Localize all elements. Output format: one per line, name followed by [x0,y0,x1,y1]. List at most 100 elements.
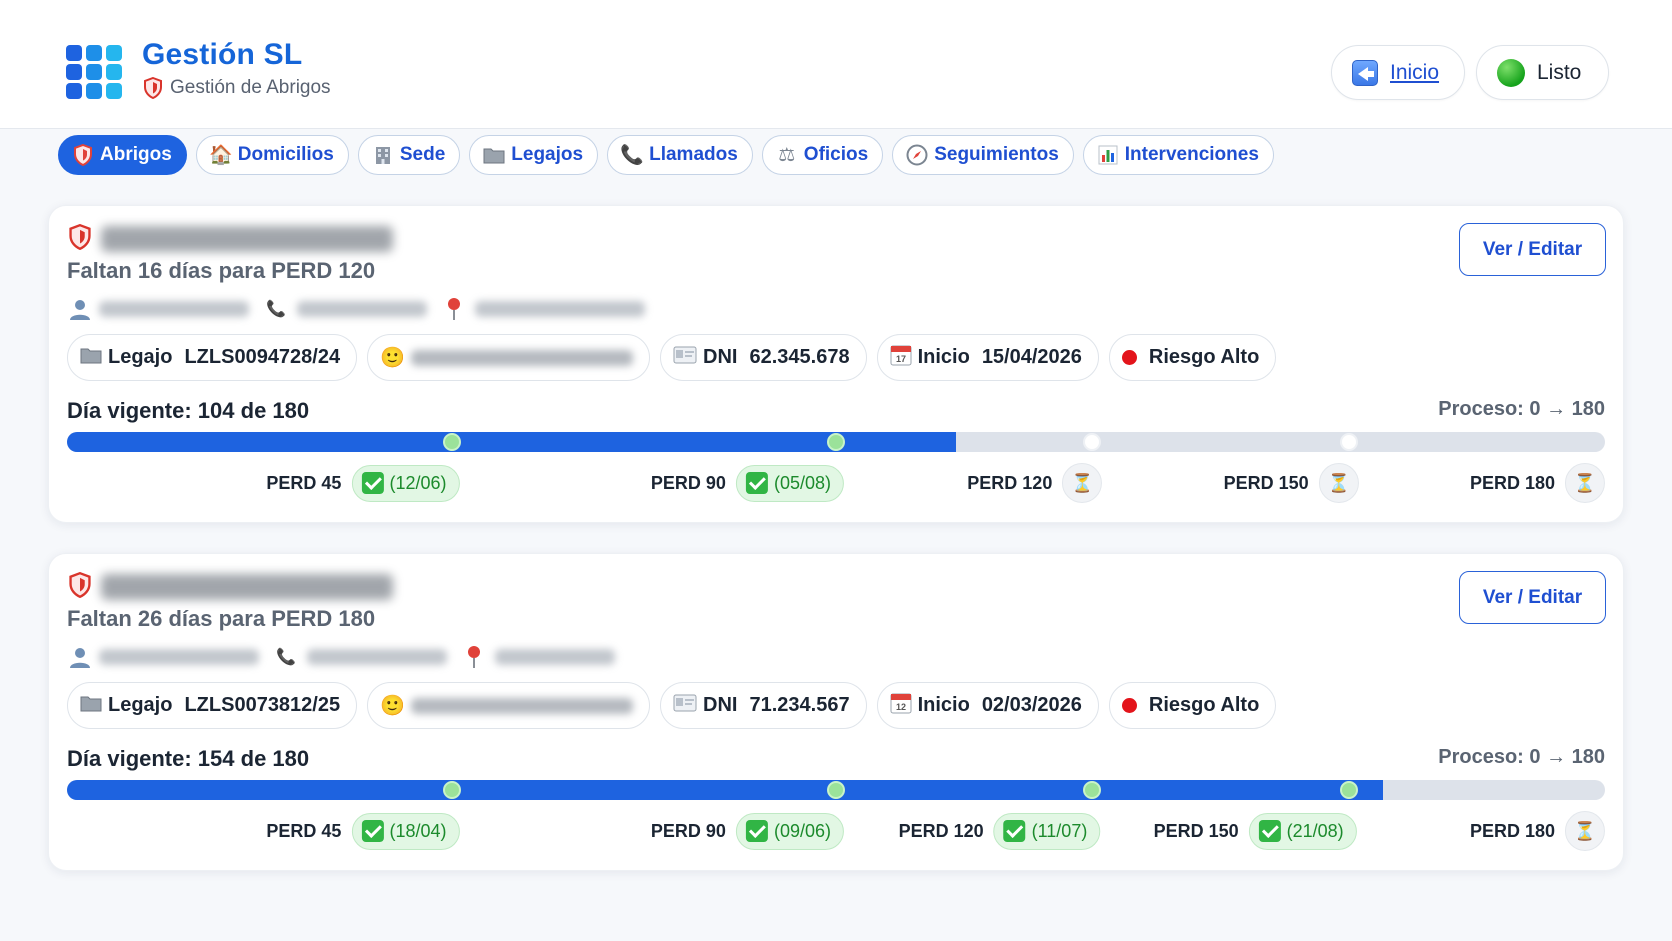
hourglass-icon: ⏳ [1318,463,1359,503]
redacted-name [101,574,393,600]
milestone-label: PERD 120 [898,820,984,841]
view-edit-button[interactable]: Ver / Editar [1459,223,1606,276]
checkmark-icon [745,472,768,494]
legajo-key: Legajo [108,346,173,368]
redacted-phone [297,301,427,317]
abrigo-card: Faltan 16 días para PERD 120 📞 Ver / Edi… [48,205,1624,523]
milestone-done-badge: (18/04) [351,812,460,850]
milestone-item: PERD 120 ⏳ [967,463,1103,503]
phone-icon: 📞 [266,301,286,318]
milestone-item: PERD 180 ⏳ [1470,463,1605,503]
milestone-label: PERD 45 [266,472,342,493]
checkmark-icon [1003,820,1026,842]
milestone-item: PERD 150 ⏳ [1224,463,1359,503]
milestone-done-badge: (05/08) [735,464,844,502]
dni-pill: DNI 62.345.678 [660,334,867,381]
milestone-label: PERD 150 [1153,820,1239,841]
redacted-phone [307,649,447,665]
red-dot-icon [1121,698,1137,713]
tab-oficios[interactable]: ⚖ Oficios [761,135,884,175]
red-dot-icon [1121,350,1137,365]
milestone-marker [827,433,845,451]
inicio-pill: 12 Inicio 02/03/2026 [876,682,1099,729]
main-tabs: Abrigos 🏠 Domicilios Sede Legajos 📞 Llam… [58,135,1274,176]
status-button[interactable]: Listo [1476,45,1609,100]
milestone-date: (11/07) [1031,820,1088,841]
legajo-pill: Legajo LZLS0094728/24 [67,334,358,381]
inicio-button[interactable]: Inicio [1331,45,1465,100]
milestone-label: PERD 90 [650,472,726,493]
green-status-icon [1497,58,1525,87]
risk-label: Riesgo Alto [1148,694,1260,716]
bar-chart-icon [1097,144,1119,166]
milestone-label: PERD 120 [967,472,1053,493]
hourglass-icon: ⏳ [1565,463,1605,503]
contact-row: 📞 [67,642,615,672]
milestone-date: (05/08) [773,472,831,493]
checkmark-icon [361,472,384,494]
tab-label: Legajos [511,144,584,165]
app-subtitle: Gestión de Abrigos [144,77,331,99]
progress-track [67,780,1605,800]
milestone-marker [442,433,461,451]
app-title: Gestión SL [142,38,303,71]
tab-domicilios[interactable]: 🏠 Domicilios [195,135,349,175]
milestone-item: PERD 90 (05/08) [651,463,844,503]
redacted-contact-name [99,301,249,317]
milestone-marker [827,781,845,799]
redacted-name [101,226,393,252]
tab-intervenciones[interactable]: Intervenciones [1082,135,1274,175]
tab-llamados[interactable]: 📞 Llamados [607,135,753,175]
view-edit-button[interactable]: Ver / Editar [1459,571,1606,624]
current-day-label: Día vigente: 104 de 180 [67,398,310,423]
milestone-marker [1083,781,1102,799]
svg-text:17: 17 [896,354,906,364]
risk-pill: Riesgo Alto [1108,682,1277,729]
tab-legajos[interactable]: Legajos [469,135,599,175]
phone-icon: 📞 [276,649,296,666]
shield-icon [69,572,91,598]
redacted-address [495,649,615,665]
milestone-done-badge: (21/08) [1248,812,1357,850]
tab-sede[interactable]: Sede [357,135,461,175]
milestone-label: PERD 150 [1223,472,1309,493]
checkmark-icon [361,820,384,842]
dni-value: 71.234.567 [749,694,850,716]
milestone-done-badge: (12/06) [351,464,460,502]
tab-label: Sede [399,144,446,165]
tab-label: Seguimientos [934,144,1059,165]
milestone-done-badge: (09/06) [735,812,844,850]
tab-seguimientos[interactable]: Seguimientos [892,135,1074,175]
face-icon: 🙂 [380,347,406,369]
legajo-value: LZLS0094728/24 [184,346,341,368]
remaining-days: Faltan 26 días para PERD 180 [67,606,376,631]
remaining-days: Faltan 16 días para PERD 120 [67,258,376,283]
person-icon [67,644,93,670]
legajo-value: LZLS0073812/25 [184,694,341,716]
milestone-label: PERD 45 [266,820,342,841]
tab-abrigos[interactable]: Abrigos [58,135,187,175]
contact-row: 📞 [67,294,645,324]
inicio-value: 02/03/2026 [981,694,1082,716]
house-icon: 🏠 [208,145,233,166]
redacted-address [475,301,645,317]
app-header: Gestión SL Gestión de Abrigos Inicio Lis… [0,0,1672,129]
milestone-date: (21/08) [1286,820,1344,841]
process-range-label: Proceso: 0 → 180 [1438,398,1605,420]
calendar-icon: 12 [890,692,912,720]
location-pin-icon [441,296,467,322]
referente-pill: 🙂 [367,334,651,381]
inicio-pill: 17 Inicio 15/04/2026 [876,334,1099,381]
risk-pill: Riesgo Alto [1108,334,1277,381]
person-icon [67,296,93,322]
shield-icon [69,224,91,250]
phone-icon: 📞 [620,145,644,166]
milestone-date: (09/06) [773,820,831,841]
calendar-icon: 17 [890,344,912,372]
inicio-link[interactable]: Inicio [1390,61,1439,85]
progress-fill [67,432,956,452]
tab-label: Oficios [803,144,869,165]
redacted-referente [411,349,634,366]
info-pills: Legajo LZLS0073812/25 🙂 DNI 71.234.567 1… [67,682,1277,730]
dni-value: 62.345.678 [749,346,850,368]
